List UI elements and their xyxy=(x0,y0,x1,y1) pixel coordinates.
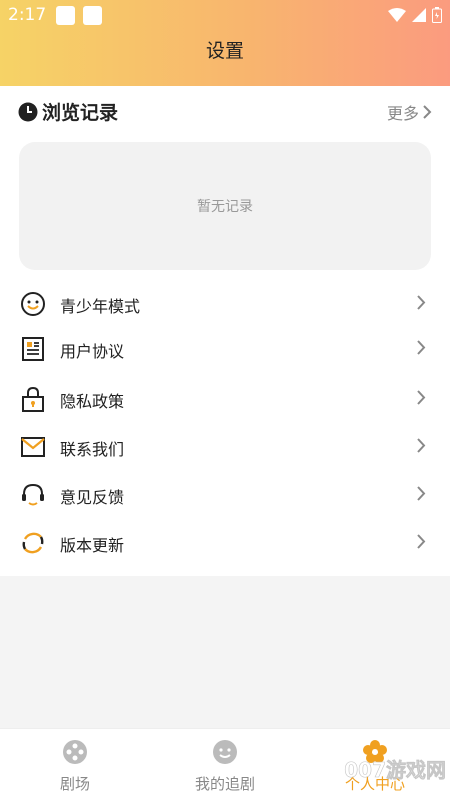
lock-icon xyxy=(22,386,44,412)
notification-icon xyxy=(83,6,102,25)
chevron-right-icon xyxy=(423,105,432,119)
chevron-right-icon xyxy=(417,340,426,355)
more-label: 更多 xyxy=(386,104,419,123)
menu-label: 联系我们 xyxy=(60,440,125,459)
watermark: 007游戏网 xyxy=(344,758,446,783)
tab-my-shows[interactable]: 我的追剧 xyxy=(150,729,300,800)
battery-icon xyxy=(432,7,442,23)
menu-item-feedback[interactable]: 意见反馈 xyxy=(0,473,450,517)
menu-item-contact-us[interactable]: 联系我们 xyxy=(0,425,450,469)
chevron-right-icon xyxy=(417,438,426,453)
menu-label: 版本更新 xyxy=(60,536,125,555)
clock-icon xyxy=(18,102,38,122)
more-link[interactable]: 更多 xyxy=(387,100,432,124)
menu-item-user-agreement[interactable]: 用户协议 xyxy=(0,327,450,371)
wifi-icon xyxy=(388,8,406,22)
empty-message: 暂无记录 xyxy=(197,199,253,215)
menu-label: 意见反馈 xyxy=(60,488,125,507)
smiley-icon xyxy=(213,740,237,764)
chevron-right-icon xyxy=(417,390,426,405)
film-reel-icon xyxy=(63,740,87,764)
notification-icon xyxy=(56,6,75,25)
mail-icon xyxy=(21,437,45,457)
history-title: 浏览记录 xyxy=(42,102,119,124)
chevron-right-icon xyxy=(417,486,426,501)
menu-label: 隐私政策 xyxy=(60,392,125,411)
menu-item-privacy-policy[interactable]: 隐私政策 xyxy=(0,377,450,421)
document-icon xyxy=(22,337,44,361)
chevron-right-icon xyxy=(417,534,426,549)
menu-item-version-update[interactable]: 版本更新 xyxy=(0,521,450,565)
menu-label: 青少年模式 xyxy=(60,297,141,316)
refresh-icon xyxy=(22,532,44,554)
status-time: 2:17 xyxy=(8,5,47,25)
tab-label: 剧场 xyxy=(59,775,90,793)
chevron-right-icon xyxy=(417,295,426,310)
history-empty-panel: 暂无记录 xyxy=(19,142,431,270)
header-bar: 2:17 设置 xyxy=(0,0,450,86)
smiley-icon xyxy=(21,292,45,316)
menu-label: 用户协议 xyxy=(60,342,125,361)
status-indicators xyxy=(388,7,442,23)
signal-icon xyxy=(412,8,426,22)
settings-content: 浏览记录 更多 暂无记录 青少年模式 用户协议 隐私政策 联系我们 意见反馈 版… xyxy=(0,86,450,576)
page-title: 设置 xyxy=(205,40,244,62)
tab-theater[interactable]: 剧场 xyxy=(0,729,150,800)
menu-item-youth-mode[interactable]: 青少年模式 xyxy=(0,282,450,326)
tab-label: 我的追剧 xyxy=(194,775,255,793)
headset-icon xyxy=(22,483,44,506)
history-header: 浏览记录 更多 xyxy=(18,98,432,126)
status-bar: 2:17 xyxy=(0,0,450,30)
